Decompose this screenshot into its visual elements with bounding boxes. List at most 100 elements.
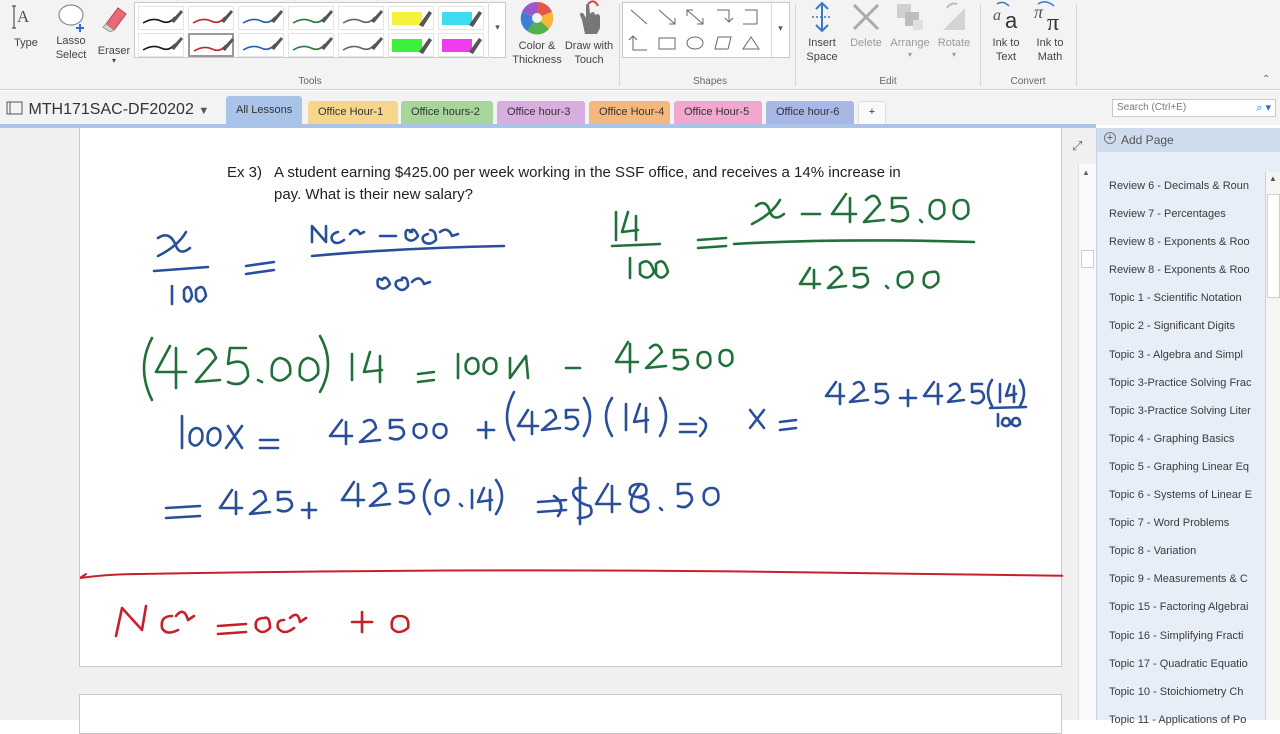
- page-list-item[interactable]: Topic 3-Practice Solving Frac: [1097, 369, 1265, 397]
- page-list-item[interactable]: Review 8 - Exponents & Roo: [1097, 228, 1265, 256]
- page-list-item[interactable]: Topic 15 - Factoring Algebrai: [1097, 593, 1265, 621]
- double-arrow-shape-icon[interactable]: [683, 7, 707, 27]
- pen-gallery: [134, 2, 506, 58]
- lasso-icon: [58, 4, 84, 32]
- search-icon[interactable]: ⌕ ▾: [1256, 101, 1271, 115]
- eraser-dropdown-icon[interactable]: ▾: [94, 54, 134, 68]
- shapes-gallery-more-icon[interactable]: ▾: [771, 3, 789, 57]
- svg-text:a: a: [993, 7, 1001, 24]
- rotate-label: Rotate: [937, 37, 971, 49]
- draw-with-touch-button[interactable]: Draw with Touch: [562, 0, 616, 66]
- pages-scroll-up-icon[interactable]: ▲: [1269, 174, 1277, 183]
- pen-swatch[interactable]: [288, 6, 334, 30]
- page-list-item[interactable]: Topic 5 - Graphing Linear Eq: [1097, 453, 1265, 481]
- axis2-shape-icon[interactable]: [739, 7, 763, 27]
- page-list-item[interactable]: Topic 10 - Stoichiometry Ch: [1097, 678, 1265, 706]
- color-thickness-button[interactable]: Color & Thickness: [510, 0, 564, 66]
- page-list-item[interactable]: Topic 8 - Variation: [1097, 537, 1265, 565]
- highlighter-swatch[interactable]: [388, 6, 434, 30]
- delete-button[interactable]: Delete: [844, 0, 888, 49]
- pen-swatch[interactable]: [238, 6, 284, 30]
- edit-group-label: Edit: [879, 76, 897, 87]
- ribbon-separator: [1076, 4, 1077, 86]
- draw-touch-label-1: Draw with: [564, 40, 614, 52]
- line-shape-icon[interactable]: [627, 7, 651, 27]
- corner-shape-icon[interactable]: [627, 33, 651, 53]
- page-list-item[interactable]: Topic 1 - Scientific Notation: [1097, 284, 1265, 312]
- section-tab[interactable]: Office hours-2: [401, 101, 493, 125]
- section-tab[interactable]: Office Hour-1: [308, 101, 398, 125]
- add-page-button[interactable]: + Add Page: [1097, 128, 1280, 152]
- ink-proportion-substitution: [610, 192, 976, 290]
- pen-icon: [242, 37, 283, 51]
- page-list-item[interactable]: Topic 3-Practice Solving Liter: [1097, 397, 1265, 425]
- notebook-selector[interactable]: MTH171SAC-DF20202 ▼: [6, 101, 209, 119]
- axis-shape-icon[interactable]: [711, 7, 735, 27]
- arrange-label: Arrange: [890, 37, 930, 49]
- pen-icon: [292, 37, 333, 51]
- page-list-item[interactable]: Topic 3 - Algebra and Simpl: [1097, 341, 1265, 369]
- pages-scrollbar[interactable]: ▲: [1265, 172, 1280, 720]
- pen-swatch[interactable]: [188, 6, 234, 30]
- pen-swatch[interactable]: [138, 6, 184, 30]
- pen-gallery-more-icon[interactable]: ▾: [488, 2, 506, 58]
- ink-to-math-icon: π π: [1034, 1, 1059, 34]
- pen-icon: [292, 10, 333, 24]
- arrange-button[interactable]: Arrange ▾: [888, 0, 932, 62]
- highlighter-swatch[interactable]: [438, 6, 484, 30]
- rectangle-shape-icon[interactable]: [655, 33, 679, 53]
- pen-icon: [342, 10, 383, 24]
- collapse-ribbon-icon[interactable]: ⌃: [1262, 74, 1270, 85]
- ink-to-text-button[interactable]: a a Ink to Text: [984, 0, 1028, 63]
- page-list-item[interactable]: Review 6 - Decimals & Roun: [1097, 172, 1265, 200]
- page-list-item[interactable]: Topic 7 - Word Problems: [1097, 509, 1265, 537]
- page-list-item[interactable]: Review 7 - Percentages: [1097, 200, 1265, 228]
- pen-swatch[interactable]: [338, 33, 384, 57]
- arrow-shape-icon[interactable]: [655, 7, 679, 27]
- color-label-1: Color &: [518, 40, 556, 52]
- canvas-scroll-thumb[interactable]: [1081, 250, 1094, 268]
- section-tab[interactable]: Office hour-3: [497, 101, 585, 125]
- pen-swatch[interactable]: [338, 6, 384, 30]
- next-page-container[interactable]: [79, 694, 1062, 734]
- canvas-vertical-scrollbar[interactable]: ▲: [1078, 164, 1096, 720]
- pen-swatch[interactable]: [188, 33, 234, 57]
- section-tab[interactable]: Office hour-6: [766, 101, 854, 125]
- page-list: Review 6 - Decimals & Roun Review 7 - Per…: [1097, 172, 1265, 734]
- ink-to-math-button[interactable]: π π Ink to Math: [1028, 0, 1072, 63]
- section-tab[interactable]: Office Hour-5: [674, 101, 762, 125]
- add-page-label: Add Page: [1121, 133, 1174, 147]
- highlighter-swatch[interactable]: [438, 33, 484, 57]
- insert-space-button[interactable]: Insert Space: [800, 0, 844, 63]
- scroll-up-icon[interactable]: ▲: [1082, 168, 1090, 177]
- rotate-button[interactable]: Rotate ▾: [932, 0, 976, 62]
- svg-text:A: A: [17, 7, 30, 26]
- type-button[interactable]: A Type: [6, 2, 46, 49]
- pen-swatch[interactable]: [288, 33, 334, 57]
- pen-icon: [142, 37, 183, 51]
- ellipse-shape-icon[interactable]: [683, 33, 707, 53]
- parallelogram-shape-icon[interactable]: [711, 33, 735, 53]
- page-list-item[interactable]: Topic 17 - Quadratic Equatio: [1097, 650, 1265, 678]
- eraser-button[interactable]: Eraser ▾: [94, 2, 134, 65]
- pages-scroll-thumb[interactable]: [1267, 194, 1280, 298]
- note-page[interactable]: Ex 3) A student earning $425.00 per week…: [79, 128, 1082, 667]
- page-list-item[interactable]: Review 8 - Exponents & Roo: [1097, 256, 1265, 284]
- expand-page-icon[interactable]: ⤢: [1072, 138, 1082, 154]
- search-box[interactable]: Search (Ctrl+E) ⌕ ▾: [1112, 99, 1276, 117]
- page-list-item[interactable]: Topic 9 - Measurements & C: [1097, 565, 1265, 593]
- lasso-select-button[interactable]: Lasso Select: [50, 2, 92, 62]
- page-list-item[interactable]: Topic 2 - Significant Digits: [1097, 312, 1265, 340]
- highlighter-swatch[interactable]: [388, 33, 434, 57]
- section-tab[interactable]: All Lessons: [226, 96, 302, 125]
- page-list-item[interactable]: Topic 16 - Simplifying Fracti: [1097, 622, 1265, 650]
- page-list-item[interactable]: Topic 4 - Graphing Basics: [1097, 425, 1265, 453]
- svg-text:a: a: [1005, 8, 1018, 33]
- add-section-button[interactable]: +: [858, 101, 886, 125]
- pen-swatch[interactable]: [138, 33, 184, 57]
- pen-swatch[interactable]: [238, 33, 284, 57]
- page-list-item[interactable]: Topic 6 - Systems of Linear E: [1097, 481, 1265, 509]
- section-tab[interactable]: Office Hour-4: [589, 101, 670, 125]
- triangle-shape-icon[interactable]: [739, 33, 763, 53]
- insert-space-icon: [812, 1, 832, 33]
